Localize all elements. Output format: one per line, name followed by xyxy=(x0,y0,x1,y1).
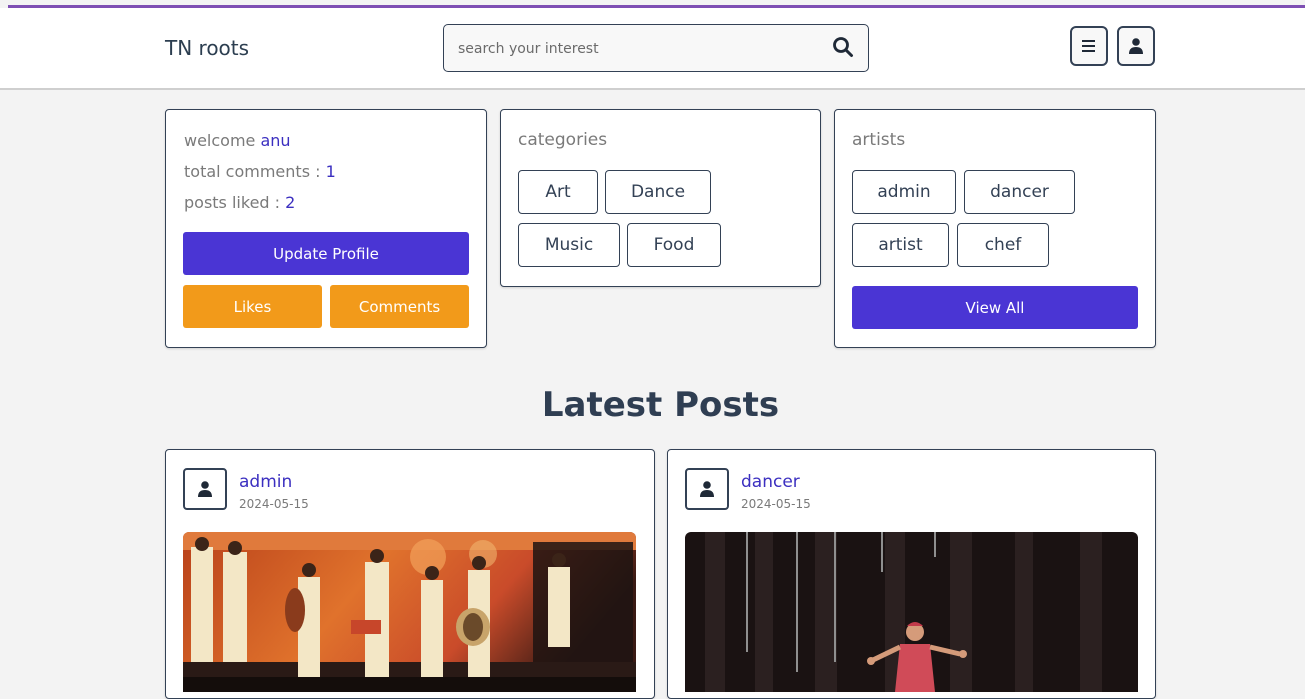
total-comments-stat: total comments : 1 xyxy=(184,162,336,181)
artist-chip-artist[interactable]: artist xyxy=(852,223,949,267)
posts-liked-stat: posts liked : 2 xyxy=(184,193,295,212)
artists-card: artists admin dancer artist chef View Al… xyxy=(834,109,1156,348)
likes-button[interactable]: Likes xyxy=(183,285,322,328)
brand-logo[interactable]: TN roots xyxy=(165,36,249,60)
post-image[interactable] xyxy=(685,532,1138,692)
category-chip-music[interactable]: Music xyxy=(518,223,620,267)
update-profile-button[interactable]: Update Profile xyxy=(183,232,469,275)
musicians-photo xyxy=(183,532,636,692)
post-image[interactable] xyxy=(183,532,636,692)
liked-count: 2 xyxy=(285,193,296,212)
welcome-label: welcome xyxy=(184,131,256,150)
username: anu xyxy=(260,131,291,150)
search-button[interactable] xyxy=(832,36,856,60)
category-chip-dance[interactable]: Dance xyxy=(605,170,711,214)
header: TN roots xyxy=(0,8,1305,90)
comments-count: 1 xyxy=(325,162,336,181)
search-bar xyxy=(443,24,869,72)
view-all-artists-button[interactable]: View All xyxy=(852,286,1138,329)
search-input[interactable] xyxy=(456,33,820,65)
user-icon xyxy=(1129,38,1143,54)
liked-label: posts liked : xyxy=(184,193,281,212)
menu-icon xyxy=(1082,40,1095,52)
user-button[interactable] xyxy=(1117,26,1155,66)
categories-title: categories xyxy=(518,130,608,150)
artist-chip-chef[interactable]: chef xyxy=(957,223,1049,267)
avatar[interactable] xyxy=(685,468,729,510)
category-chip-art[interactable]: Art xyxy=(518,170,598,214)
post-date: 2024-05-15 xyxy=(239,497,309,511)
post-author[interactable]: dancer xyxy=(741,472,800,492)
artists-title: artists xyxy=(852,130,906,150)
post-card[interactable]: dancer 2024-05-15 xyxy=(667,449,1156,699)
search-icon xyxy=(833,37,853,57)
artist-chip-admin[interactable]: admin xyxy=(852,170,956,214)
profile-card: welcome anu total comments : 1 posts lik… xyxy=(165,109,487,348)
post-author[interactable]: admin xyxy=(239,472,292,492)
post-card[interactable]: admin 2024-05-15 xyxy=(165,449,655,699)
user-icon xyxy=(700,481,714,497)
comments-label: total comments : xyxy=(184,162,321,181)
artist-chip-dancer[interactable]: dancer xyxy=(964,170,1075,214)
latest-posts-heading: Latest Posts xyxy=(541,385,780,425)
user-icon xyxy=(198,481,212,497)
dancer-photo xyxy=(685,532,1138,692)
menu-button[interactable] xyxy=(1070,26,1108,66)
category-chip-food[interactable]: Food xyxy=(627,223,721,267)
welcome-text: welcome anu xyxy=(184,131,291,150)
comments-button[interactable]: Comments xyxy=(330,285,469,328)
post-date: 2024-05-15 xyxy=(741,497,811,511)
avatar[interactable] xyxy=(183,468,227,510)
categories-card: categories Art Dance Music Food xyxy=(500,109,821,287)
